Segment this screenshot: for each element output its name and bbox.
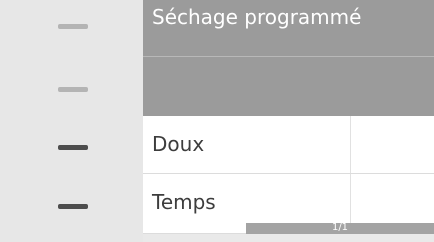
bottom-strip — [143, 234, 434, 242]
page-indicator: 1/1 — [331, 222, 349, 233]
list-item-label: Temps — [152, 190, 216, 214]
row-divider — [350, 116, 351, 173]
page-title: Séchage programmé — [152, 5, 362, 29]
dash-icon — [58, 24, 88, 29]
screen: Séchage programmé Doux Temps 1/1 — [0, 0, 434, 242]
page-title-row: Séchage programmé — [143, 0, 434, 57]
dash-icon — [58, 87, 88, 92]
dash-icon — [58, 145, 88, 150]
dash-icon — [58, 204, 88, 209]
list-item-label: Doux — [152, 132, 205, 156]
header-spacer — [143, 57, 434, 116]
left-rail — [0, 0, 143, 242]
pagination-bar: 1/1 — [246, 222, 434, 234]
main-panel: Séchage programmé Doux Temps 1/1 — [143, 0, 434, 242]
list-item-doux[interactable]: Doux — [143, 116, 434, 174]
